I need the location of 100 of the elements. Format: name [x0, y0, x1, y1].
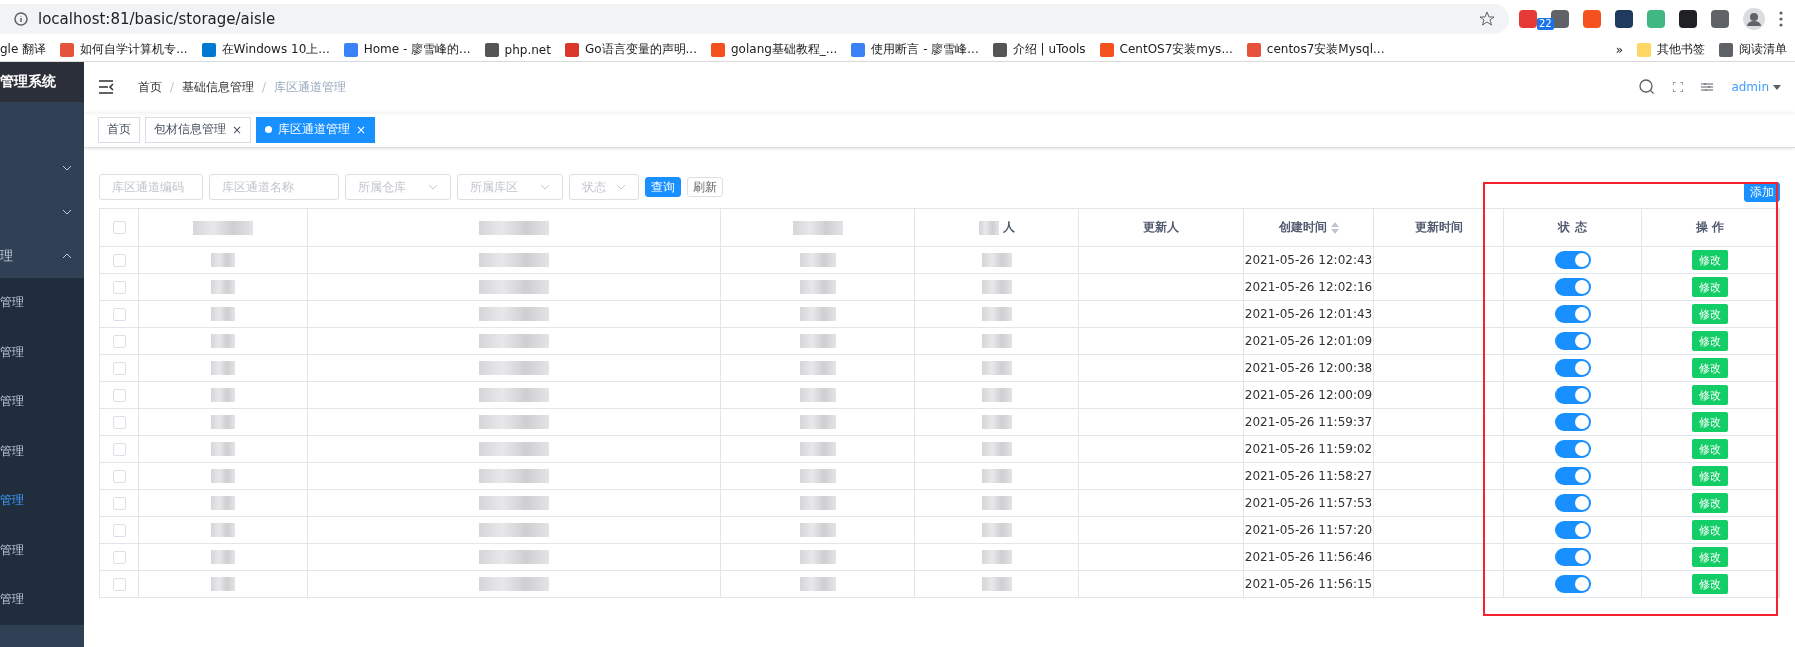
redacted-block: [981, 442, 1012, 456]
avatar-icon[interactable]: [1743, 8, 1765, 30]
url-text: localhost:81/basic/storage/aisle: [38, 10, 276, 28]
bookmark[interactable]: CentOS7安装mys...: [1099, 41, 1233, 58]
column-header: 更新时间: [1414, 219, 1463, 236]
toggle-switch[interactable]: [1554, 278, 1591, 296]
toggle-switch[interactable]: [1554, 359, 1591, 377]
bookmark[interactable]: 介绍 | uTools: [992, 41, 1086, 58]
bookmark[interactable]: gle 翻译: [0, 41, 47, 58]
toggle-switch[interactable]: [1554, 251, 1591, 269]
redacted-block: [799, 388, 836, 402]
extension-icon[interactable]: [1679, 10, 1697, 28]
app-title: 管理系统: [0, 62, 84, 102]
redacted-block: [981, 334, 1012, 348]
info-icon: [14, 12, 28, 26]
breadcrumb-separator: /: [170, 80, 175, 94]
checkbox[interactable]: [112, 280, 126, 294]
redacted-block: [981, 361, 1012, 375]
bookmark[interactable]: Home - 廖雪峰的...: [343, 41, 471, 58]
redacted-block: [211, 550, 235, 564]
table-cell: 2021-05-26 11:58:27: [1244, 463, 1374, 489]
redacted-block: [981, 280, 1012, 294]
breadcrumb-item[interactable]: 首页: [138, 78, 162, 96]
checkbox[interactable]: [112, 307, 126, 321]
breadcrumb-separator: /: [262, 80, 267, 94]
submenu-item[interactable]: 管理: [0, 278, 84, 328]
submenu-item[interactable]: 管理: [0, 327, 84, 377]
checkbox[interactable]: [112, 334, 126, 348]
bookmark[interactable]: centos7安装Mysql...: [1246, 41, 1385, 58]
checkbox[interactable]: [112, 550, 126, 564]
checkbox[interactable]: [112, 361, 126, 375]
extension-icon[interactable]: [1615, 10, 1633, 28]
redacted-block: [211, 361, 235, 375]
redacted-block: [799, 361, 836, 375]
redacted-block: [981, 415, 1012, 429]
redacted-block: [479, 415, 549, 429]
sliders-icon[interactable]: [1701, 82, 1714, 92]
tab[interactable]: 包材信息管理 ×: [145, 116, 252, 143]
checkbox[interactable]: [112, 523, 126, 537]
address-bar[interactable]: localhost:81/basic/storage/aisle: [0, 4, 1509, 34]
submenu-item[interactable]: 管理: [0, 426, 84, 476]
sort-icon[interactable]: [1330, 221, 1339, 234]
caret-icon: [1773, 84, 1781, 90]
toggle-switch[interactable]: [1554, 440, 1591, 458]
redacted-block: [479, 577, 549, 591]
checkbox[interactable]: [112, 577, 126, 591]
submenu-item[interactable]: 管理: [0, 476, 84, 526]
search-icon[interactable]: [1639, 79, 1656, 95]
column-header: 人: [1002, 219, 1015, 236]
bookmark[interactable]: 在Windows 10上...: [201, 41, 330, 58]
toggle-switch[interactable]: [1554, 467, 1591, 485]
bookmark[interactable]: golang基础教程_...: [711, 41, 838, 58]
toggle-switch[interactable]: [1554, 413, 1591, 431]
submenu-item[interactable]: 管理: [0, 525, 84, 575]
chevron-icon: [428, 184, 438, 190]
toggle-switch[interactable]: [1554, 575, 1591, 593]
chevron-icon: [62, 165, 72, 171]
table-cell: 2021-05-26 11:59:37: [1244, 409, 1374, 435]
checkbox[interactable]: [112, 442, 126, 456]
bookmark-folder[interactable]: 其他书签: [1637, 41, 1705, 58]
fullscreen-icon[interactable]: [1673, 82, 1684, 92]
bookmark[interactable]: 使用断言 - 廖雪峰...: [851, 41, 979, 58]
redacted-block: [479, 280, 549, 294]
redacted-block: [799, 550, 836, 564]
tab[interactable]: 首页: [98, 116, 140, 143]
refresh-button[interactable]: 刷新: [687, 177, 723, 197]
reading-list[interactable]: 阅读清单: [1719, 41, 1787, 58]
toggle-switch[interactable]: [1554, 521, 1591, 539]
breadcrumb-item[interactable]: 基础信息管理: [182, 78, 255, 96]
redacted-block: [479, 550, 549, 564]
bookmark[interactable]: php.net: [484, 42, 551, 57]
redacted-block: [799, 415, 836, 429]
table-cell: 2021-05-26 11:59:02: [1244, 436, 1374, 462]
checkbox[interactable]: [112, 415, 126, 429]
redacted-block: [211, 307, 235, 321]
redacted-block: [211, 334, 235, 348]
star-icon[interactable]: [1479, 11, 1495, 27]
toggle-switch[interactable]: [1554, 305, 1591, 323]
checkbox[interactable]: [112, 253, 126, 267]
more-bookmarks[interactable]: »: [1615, 42, 1623, 57]
bookmark[interactable]: Go语言变量的声明...: [564, 41, 697, 58]
more-icon[interactable]: [1779, 11, 1783, 27]
redacted-block: [211, 253, 235, 267]
checkbox[interactable]: [112, 388, 126, 402]
redacted-block: [799, 442, 836, 456]
toggle-switch[interactable]: [1554, 386, 1591, 404]
redacted-block: [479, 469, 549, 483]
close-icon[interactable]: ×: [232, 122, 243, 137]
menu-icon[interactable]: [98, 80, 114, 94]
toggle-switch[interactable]: [1554, 494, 1591, 512]
toggle-switch[interactable]: [1554, 332, 1591, 350]
table-cell: 2021-05-26 12:00:38: [1244, 355, 1374, 381]
bookmark[interactable]: 如何自学计算机专...: [60, 41, 188, 58]
checkbox[interactable]: [112, 469, 126, 483]
checkbox[interactable]: [112, 496, 126, 510]
redacted-block: [981, 496, 1012, 510]
toggle-switch[interactable]: [1554, 548, 1591, 566]
checkbox[interactable]: [112, 221, 126, 234]
submenu-item[interactable]: 管理: [0, 575, 84, 625]
submenu-item[interactable]: 管理: [0, 377, 84, 427]
